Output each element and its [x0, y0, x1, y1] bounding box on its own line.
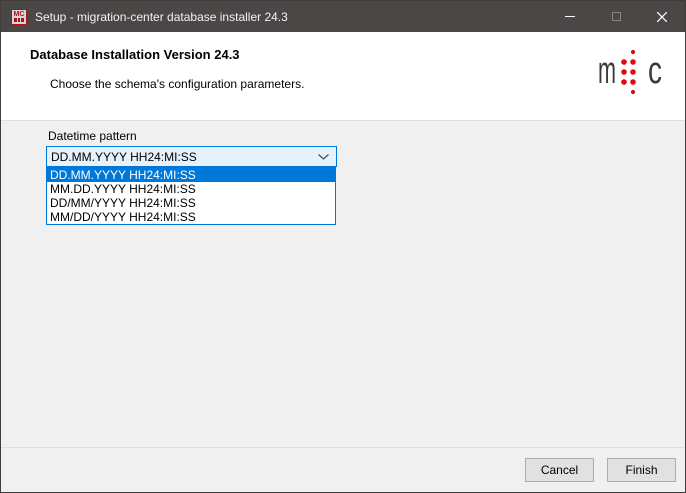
dropdown-option[interactable]: MM.DD.YYYY HH24:MI:SS: [47, 182, 335, 196]
dropdown-list: DD.MM.YYYY HH24:MI:SSMM.DD.YYYY HH24:MI:…: [46, 167, 336, 225]
maximize-button: [593, 1, 639, 32]
wizard-page: Datetime pattern DD.MM.YYYY HH24:MI:SS D…: [1, 121, 685, 448]
page-subtitle: Choose the schema's configuration parame…: [50, 77, 304, 91]
footer-bar: Cancel Finish: [1, 447, 685, 492]
combobox-value: DD.MM.YYYY HH24:MI:SS: [47, 150, 318, 164]
minimize-icon: [565, 16, 575, 17]
datetime-pattern-combobox[interactable]: DD.MM.YYYY HH24:MI:SS: [46, 146, 337, 167]
wizard-header: Database Installation Version 24.3 Choos…: [1, 32, 685, 121]
finish-button[interactable]: Finish: [607, 458, 676, 482]
cancel-button[interactable]: Cancel: [525, 458, 594, 482]
dropdown-option[interactable]: DD.MM.YYYY HH24:MI:SS: [47, 168, 335, 182]
minimize-button[interactable]: [547, 1, 593, 32]
dropdown-option[interactable]: DD/MM/YYYY HH24:MI:SS: [47, 196, 335, 210]
window-title: Setup - migration-center database instal…: [35, 10, 288, 24]
installer-window: MC Setup - migration-center database ins…: [0, 0, 686, 493]
logo-dots: [621, 50, 636, 94]
maximize-icon: [612, 12, 621, 21]
app-icon: MC: [11, 9, 27, 25]
logo-letter-c: c: [648, 50, 662, 92]
window-controls: [547, 1, 685, 32]
logo-letter-m: m: [598, 50, 616, 92]
title-bar: MC Setup - migration-center database ins…: [1, 1, 685, 32]
chevron-down-icon: [318, 154, 336, 160]
close-button[interactable]: [639, 1, 685, 32]
close-icon: [657, 12, 667, 22]
dropdown-option[interactable]: MM/DD/YYYY HH24:MI:SS: [47, 210, 335, 224]
app-icon-bars: [14, 18, 24, 22]
app-icon-text: MC: [12, 11, 26, 18]
migration-center-logo: m c: [597, 49, 663, 95]
page-title: Database Installation Version 24.3: [30, 47, 240, 62]
datetime-pattern-label: Datetime pattern: [48, 129, 137, 143]
